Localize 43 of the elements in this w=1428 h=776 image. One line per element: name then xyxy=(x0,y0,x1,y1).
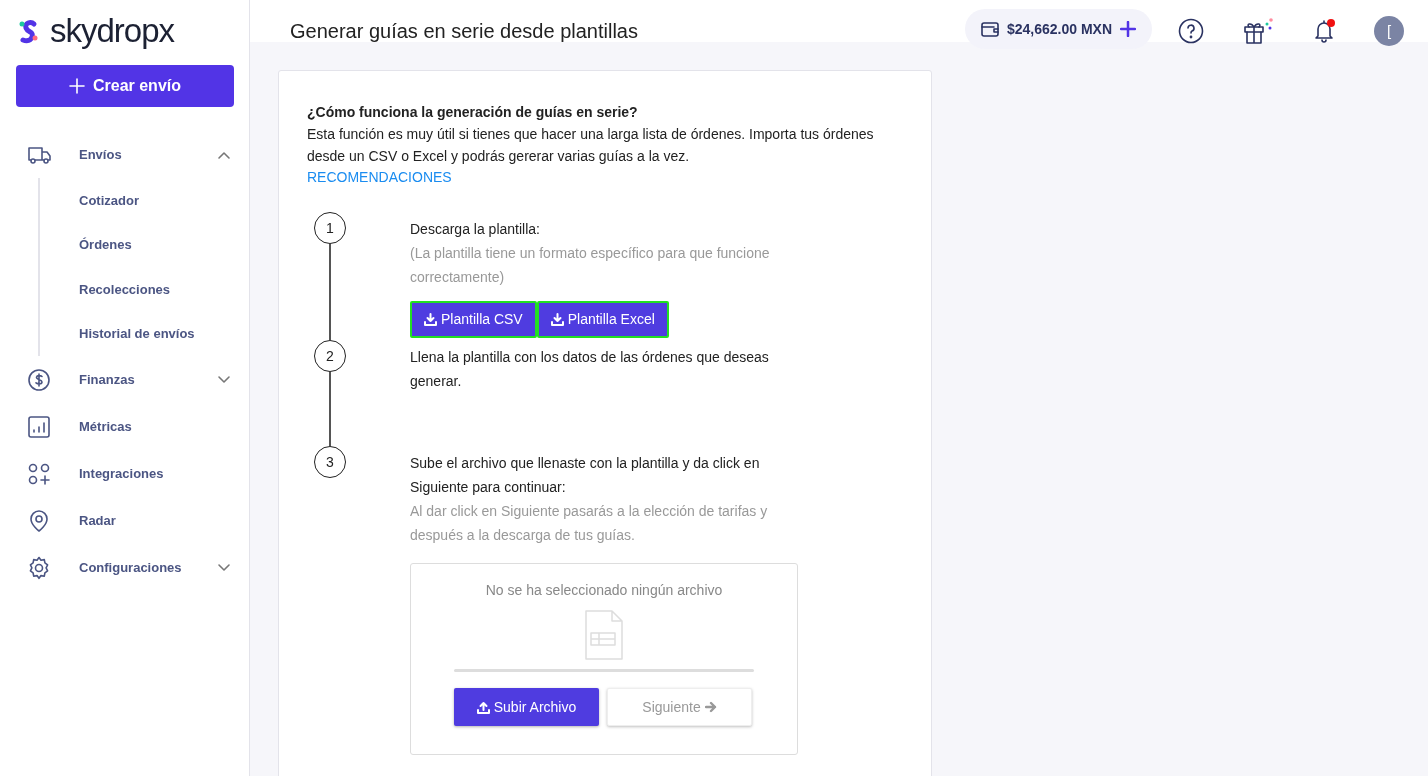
arrow-right-icon xyxy=(704,701,717,713)
sidebar-subitem[interactable]: Recolecciones xyxy=(40,267,249,312)
wallet-icon xyxy=(980,21,999,37)
upload-icon xyxy=(476,700,490,714)
download-icon xyxy=(550,313,564,326)
sidebar-subitem[interactable]: Cotizador xyxy=(40,178,249,223)
step-hint: Al dar click en Siguiente pasarás a la elección de tarifas y después a la descarga de tus guías. xyxy=(410,502,769,545)
plus-icon xyxy=(1120,21,1136,37)
step-text: Descarga la plantilla: xyxy=(410,220,541,239)
create-button[interactable]: Crear envío xyxy=(16,65,234,107)
help-icon[interactable] xyxy=(1178,18,1204,44)
bar-chart-icon xyxy=(26,414,52,439)
sidebar-item[interactable]: Finanzas xyxy=(0,356,249,403)
bell-icon[interactable] xyxy=(1312,18,1336,44)
step-number: 2 xyxy=(314,340,346,372)
step-hint: (La plantilla tiene un formato específico para que funcione correctamente) xyxy=(410,244,771,287)
recommendations-link[interactable]: RECOMENDACIONES xyxy=(307,169,452,185)
step-text: Llena la plantilla con los datos de las órdenes que deseas generar. xyxy=(410,348,770,391)
sidebar-subitem[interactable]: Historial de envíos xyxy=(40,311,249,356)
sidebar-item[interactable]: Radar xyxy=(0,497,249,544)
sidebar-item[interactable]: Integraciones xyxy=(0,450,249,497)
sidebar-item[interactable]: Métricas xyxy=(0,403,249,450)
dollar-icon xyxy=(26,367,52,392)
plus-icon xyxy=(68,78,85,94)
download-button[interactable]: Plantilla CSV xyxy=(410,301,537,338)
step-number: 1 xyxy=(314,212,346,244)
intro-heading: ¿Cómo funciona la generación de guías en serie? xyxy=(307,103,639,122)
download-button[interactable]: Plantilla Excel xyxy=(536,301,669,338)
spreadsheet-file-icon xyxy=(584,609,624,661)
avatar[interactable]: [ xyxy=(1374,16,1404,46)
upload-button[interactable]: Subir Archivo xyxy=(454,688,599,726)
sidebar-item[interactable]: Configuraciones xyxy=(0,544,249,591)
step-number: 3 xyxy=(314,446,346,478)
gift-icon[interactable] xyxy=(1242,17,1274,45)
upload-status: No se ha seleccionado ningún archivo xyxy=(484,581,724,600)
sidebar-item[interactable]: Envíos xyxy=(0,131,249,178)
sidebar-subitem[interactable]: Órdenes xyxy=(40,222,249,267)
logo: skydropx xyxy=(0,0,249,65)
step-text: Sube el archivo que llenaste con la plantilla y da click en Siguiente para continuar: xyxy=(410,454,761,497)
download-icon xyxy=(424,313,437,326)
page-title: Generar guías en serie desde plantillas xyxy=(289,19,639,44)
apps-add-icon xyxy=(26,461,52,486)
intro-text: Esta función es muy útil si tienes que hacer una larga lista de órdenes. Importa tus órdenes desde un CSV o Excel y podrás gererar varias guías a la vez. xyxy=(307,125,875,166)
